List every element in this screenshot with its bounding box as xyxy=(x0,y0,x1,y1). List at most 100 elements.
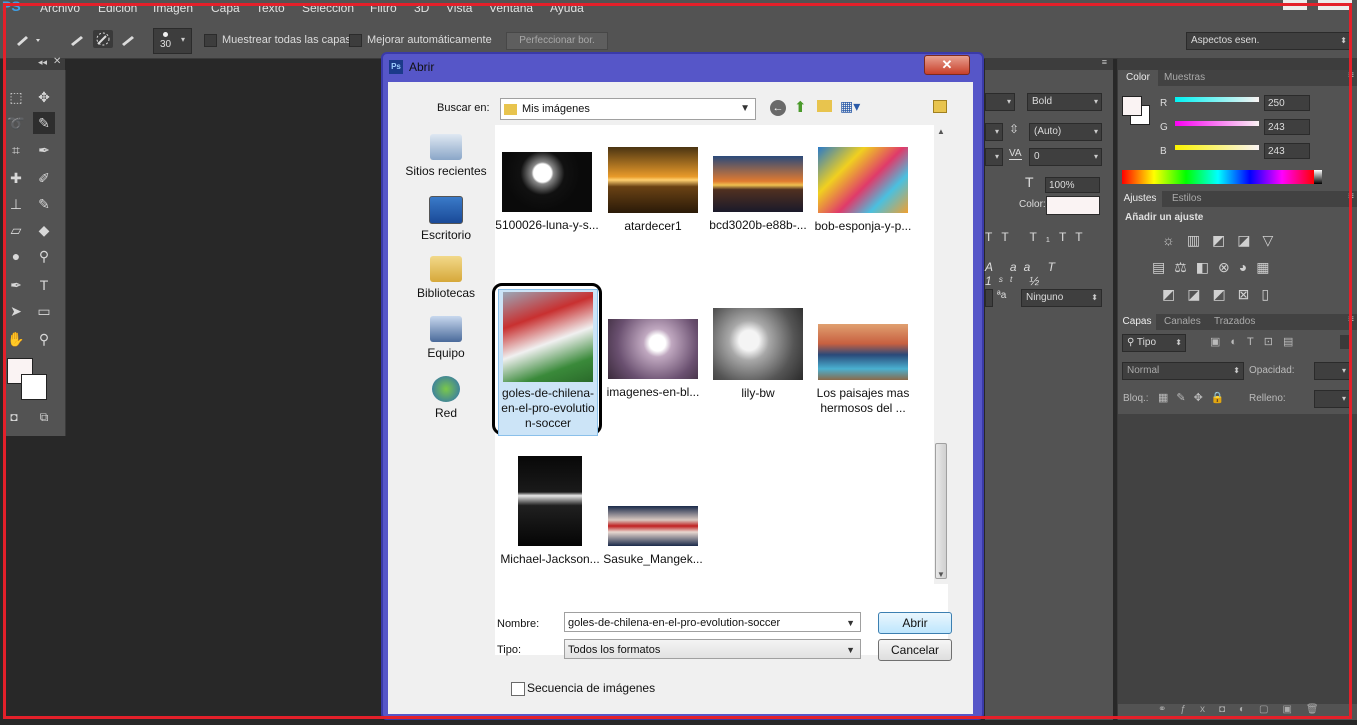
file-item[interactable]: Michael-Jackson... xyxy=(498,456,602,567)
pen-tool-icon[interactable]: ✒ xyxy=(5,274,27,296)
leading-select[interactable]: (Auto) ▾ xyxy=(1029,123,1102,141)
tracking-select[interactable]: 0 ▾ xyxy=(1029,148,1102,166)
menu-imagen[interactable]: Imagen xyxy=(153,1,193,15)
tab-paths[interactable]: Trazados xyxy=(1214,316,1255,327)
background-color-swatch[interactable] xyxy=(21,374,47,400)
menu-seleccion[interactable]: Selección xyxy=(302,1,354,15)
workspace-select[interactable]: Aspectos esen. ⬍ xyxy=(1186,32,1351,50)
color-spectrum-bar[interactable] xyxy=(1122,170,1314,184)
tab-styles[interactable]: Estilos xyxy=(1172,193,1201,204)
file-item[interactable]: Sasuke_Mangek... xyxy=(601,506,705,567)
tab-color[interactable]: Color xyxy=(1118,70,1158,86)
brush-tool-icon[interactable]: ✐ xyxy=(33,167,55,189)
adjustment-icons-row-1[interactable]: ☼▥◩◪▽ xyxy=(1162,232,1285,249)
back-icon[interactable]: ← xyxy=(770,100,786,116)
eyedropper-tool-icon[interactable]: ✒ xyxy=(33,139,55,161)
language-select[interactable] xyxy=(985,289,993,307)
screen-mode-icon[interactable]: ⧉ xyxy=(33,406,55,428)
menu-capa[interactable]: Capa xyxy=(211,1,240,15)
layers-footer-icons[interactable]: ⚭ƒx◘◐▢▣🗑 xyxy=(1118,704,1357,720)
history-brush-tool-icon[interactable]: ✎ xyxy=(33,193,55,215)
file-item[interactable]: lily-bw xyxy=(706,308,810,401)
rectangle-tool-icon[interactable]: ▭ xyxy=(33,300,55,322)
file-item[interactable]: Los paisajes mas hermosos del ... xyxy=(811,324,915,416)
menu-vista[interactable]: Vista xyxy=(446,1,472,15)
scrollbar-thumb[interactable] xyxy=(935,443,947,579)
clone-stamp-tool-icon[interactable]: ⊥ xyxy=(5,193,27,215)
layers-list[interactable] xyxy=(1118,414,1357,704)
places-recent[interactable]: Sitios recientes xyxy=(399,134,493,178)
red-field[interactable]: 250 xyxy=(1264,95,1310,111)
font-style-select[interactable]: Bold ▾ xyxy=(1027,93,1102,111)
menu-3d[interactable]: 3D xyxy=(414,1,429,15)
file-item-selected[interactable]: goles-de-chilena-en-el-pro-evolution-soc… xyxy=(498,289,598,436)
eraser-tool-icon[interactable]: ▱ xyxy=(5,219,27,241)
scroll-up-icon[interactable]: ▲ xyxy=(937,127,945,136)
lock-icons[interactable]: ▦✎✥🔒 xyxy=(1158,391,1233,404)
menu-archivo[interactable]: Archivo xyxy=(40,1,80,15)
file-item[interactable]: 5100026-luna-y-s... xyxy=(495,152,599,233)
paint-bucket-tool-icon[interactable]: ◆ xyxy=(33,219,55,241)
red-slider[interactable] xyxy=(1175,97,1259,102)
hand-tool-icon[interactable]: ✋ xyxy=(5,328,27,350)
text-style-buttons[interactable]: TT T₁TT xyxy=(985,230,1103,244)
places-computer[interactable]: Equipo xyxy=(399,316,493,360)
scrollbar[interactable]: ▲ ▼ xyxy=(934,125,948,584)
file-item[interactable]: atardecer1 xyxy=(601,147,705,234)
zoom-tool-icon[interactable]: ⚲ xyxy=(33,328,55,350)
blur-tool-icon[interactable]: ● xyxy=(5,245,27,267)
lasso-tool-icon[interactable]: ➰ xyxy=(5,112,27,134)
layer-filter-select[interactable]: ⚲ Tipo ⬍ xyxy=(1122,334,1186,352)
filter-toggle[interactable] xyxy=(1340,335,1350,349)
green-field[interactable]: 243 xyxy=(1264,119,1310,135)
tab-adjustments[interactable]: Ajustes xyxy=(1118,191,1162,207)
menu-texto[interactable]: Texto xyxy=(256,1,285,15)
text-color-swatch[interactable] xyxy=(1046,196,1100,215)
antialias-select[interactable]: Ninguno ⬍ xyxy=(1021,289,1102,307)
filename-input[interactable]: goles-de-chilena-en-el-pro-evolution-soc… xyxy=(564,612,861,632)
sample-all-layers-checkbox[interactable] xyxy=(204,34,217,47)
blend-mode-select[interactable]: Normal ⬍ xyxy=(1122,362,1244,380)
tab-swatches[interactable]: Muestras xyxy=(1164,72,1205,83)
places-desktop[interactable]: Escritorio xyxy=(399,196,493,242)
menu-edicion[interactable]: Edición xyxy=(98,1,137,15)
scroll-down-icon[interactable]: ▼ xyxy=(937,570,945,579)
font-family-select[interactable]: ▾ xyxy=(985,93,1015,111)
color-panel-foreground-swatch[interactable] xyxy=(1122,96,1142,116)
adjustment-icons-row-2[interactable]: ▤⚖◧⊗◕▦ xyxy=(1152,259,1278,276)
close-icon[interactable]: ✕ xyxy=(53,56,61,67)
collapse-icon[interactable]: ◂◂ xyxy=(38,57,47,68)
menu-ayuda[interactable]: Ayuda xyxy=(550,1,584,15)
bridge-icon[interactable] xyxy=(933,100,947,113)
view-menu-icon[interactable]: ▦▾ xyxy=(840,98,860,115)
filetype-select[interactable]: Todos los formatos ▼ xyxy=(564,639,861,659)
file-item[interactable]: bcd3020b-e88b-... xyxy=(706,156,810,233)
panel-menu-icon[interactable]: ≡ xyxy=(1102,57,1107,67)
blue-slider[interactable] xyxy=(1175,145,1259,150)
dialog-close-button[interactable]: ✕ xyxy=(924,55,970,75)
path-selection-tool-icon[interactable]: ➤ xyxy=(5,300,27,322)
opacity-field[interactable]: ▾ xyxy=(1314,362,1350,380)
panel-menu-icon[interactable]: ≡ xyxy=(1348,191,1354,202)
brush-size-picker[interactable]: 30 ▾ xyxy=(153,28,192,54)
kerning-select[interactable]: ▾ xyxy=(985,148,1003,166)
places-network[interactable]: Red xyxy=(399,376,493,420)
healing-brush-tool-icon[interactable]: ✚ xyxy=(5,167,27,189)
fill-field[interactable]: ▾ xyxy=(1314,390,1350,408)
marquee-tool-icon[interactable]: ⬚ xyxy=(5,86,27,108)
quick-selection-tool-preset-icon[interactable] xyxy=(14,31,40,49)
new-folder-icon[interactable] xyxy=(817,100,832,112)
minimize-button[interactable] xyxy=(1283,0,1307,10)
panel-menu-icon[interactable]: ≡ xyxy=(1348,314,1354,325)
new-selection-brush-icon[interactable] xyxy=(68,31,88,49)
panel-menu-icon[interactable]: ≡ xyxy=(1348,70,1354,81)
close-window-button[interactable] xyxy=(1318,0,1352,10)
subtract-from-selection-brush-icon[interactable] xyxy=(119,31,139,49)
black-white-ramp[interactable] xyxy=(1314,170,1322,184)
look-in-select[interactable]: Mis imágenes ▼ xyxy=(500,98,756,120)
quick-mask-icon[interactable]: ◘ xyxy=(5,406,23,428)
tab-channels[interactable]: Canales xyxy=(1164,316,1201,327)
open-button[interactable]: Abrir xyxy=(878,612,952,634)
vertical-scale-field[interactable]: 100% xyxy=(1045,177,1100,193)
blue-field[interactable]: 243 xyxy=(1264,143,1310,159)
